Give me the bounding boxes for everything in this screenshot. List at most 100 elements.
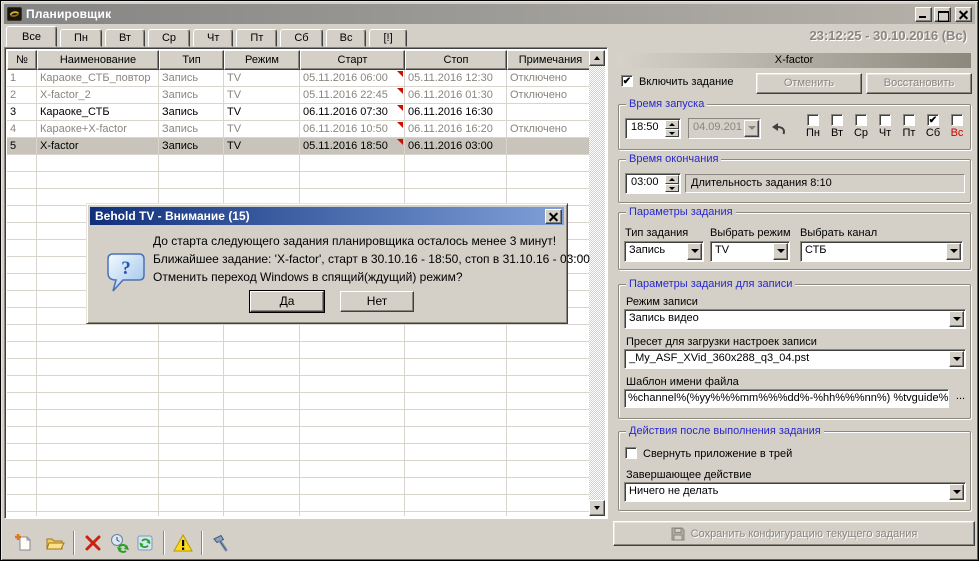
tab-tue[interactable]: Вт [105, 29, 145, 47]
start-date-combo[interactable]: 04.09.2010 [688, 118, 761, 139]
cancel-button[interactable]: Отменить [756, 73, 862, 94]
svg-text:?: ? [121, 258, 131, 279]
cell-mode: TV [224, 138, 300, 155]
thu-checkbox[interactable] [879, 114, 891, 126]
header-name[interactable]: Наименование [37, 50, 159, 70]
maximize-button[interactable] [934, 7, 951, 22]
dropdown-arrow-icon[interactable] [949, 351, 964, 367]
header-stop[interactable]: Стоп [405, 50, 507, 70]
tab-wed[interactable]: Ср [148, 29, 190, 47]
spin-down-icon[interactable] [665, 129, 679, 138]
dropdown-arrow-icon[interactable] [773, 243, 788, 260]
tab-fri[interactable]: Пт [236, 29, 277, 47]
cell-note [507, 138, 592, 155]
table-row[interactable]: 4 Караоке+X-factor Запись TV 06.11.2016 … [7, 121, 605, 138]
weekday-tue[interactable]: Вт [825, 114, 849, 139]
tools-button[interactable] [208, 530, 234, 556]
dropdown-arrow-icon[interactable] [949, 311, 964, 327]
after-task-group: Действия после выполнения задания Сверну… [618, 431, 971, 511]
scroll-up-button[interactable] [589, 50, 605, 66]
dropdown-arrow-icon[interactable] [687, 243, 702, 260]
refresh-button[interactable] [132, 530, 158, 556]
tab-sat[interactable]: Сб [280, 29, 322, 47]
header-mode[interactable]: Режим [224, 50, 300, 70]
cell-name: Караоке_СТБ_повтор [37, 70, 159, 87]
weekday-sun[interactable]: Вс [945, 114, 969, 139]
app-icon [7, 7, 22, 21]
table-row[interactable]: 1 Караоке_СТБ_повтор Запись TV 05.11.201… [7, 70, 605, 87]
cell-stop: 05.11.2016 12:30 [405, 70, 507, 87]
open-button[interactable] [42, 530, 68, 556]
weekday-thu[interactable]: Чт [873, 114, 897, 139]
cell-name: X-factor [37, 138, 159, 155]
spin-up-icon[interactable] [665, 120, 679, 129]
minimize-button[interactable] [915, 7, 932, 22]
tab-alert[interactable]: [!] [369, 29, 406, 47]
start-time-spinner[interactable]: 18:50 [625, 118, 681, 139]
fri-checkbox[interactable] [903, 114, 915, 126]
start-time-group: Время запуска 18:50 04.09.2010 Пн Вт [618, 104, 971, 150]
new-task-button[interactable] [11, 530, 37, 556]
close-button[interactable] [955, 7, 972, 22]
cell-num: 1 [7, 70, 37, 87]
table-row[interactable]: 2 X-factor_2 Запись TV 05.11.2016 22:45 … [7, 87, 605, 104]
save-icon [671, 527, 685, 541]
tray-checkbox[interactable] [625, 447, 637, 459]
filename-template-input[interactable]: %channel%(%yy%%%mm%%%dd%-%hh%%%nn%) %tvg… [624, 389, 949, 408]
task-type-combo[interactable]: Запись [624, 241, 704, 262]
yes-button[interactable]: Да [250, 291, 324, 312]
dialog-line-2: Ближайшее задание: 'X-factor', старт в 3… [153, 252, 590, 266]
warning-button[interactable] [170, 530, 196, 556]
final-action-combo[interactable]: Ничего не делать [624, 482, 966, 502]
enable-task-checkbox[interactable]: ✔ [621, 75, 633, 87]
wed-checkbox[interactable] [855, 114, 867, 126]
cell-note: Отключено [507, 121, 592, 138]
channel-combo[interactable]: СТБ [800, 241, 963, 262]
tab-thu[interactable]: Чт [193, 29, 233, 47]
mode-combo[interactable]: TV [710, 241, 790, 262]
save-config-button[interactable]: Сохранить конфигурацию текущего задания [613, 521, 975, 546]
preset-combo[interactable]: _My_ASF_XVid_360x288_q3_04.pst [624, 349, 966, 369]
header-type[interactable]: Тип [159, 50, 224, 70]
scroll-down-button[interactable] [589, 500, 605, 516]
weekday-wed[interactable]: Ср [849, 114, 873, 139]
table-row[interactable]: 3 Караоке_СТБ Запись TV 06.11.2016 07:30… [7, 104, 605, 121]
undo-arrow-icon[interactable] [771, 122, 787, 135]
dialog-line-1: До старта следующего задания планировщик… [153, 234, 556, 248]
mon-checkbox[interactable] [807, 114, 819, 126]
record-mode-combo[interactable]: Запись видео [624, 309, 966, 329]
table-scrollbar[interactable] [589, 50, 605, 516]
header-notes[interactable]: Примечания [507, 50, 593, 70]
spin-up-icon[interactable] [665, 175, 679, 184]
refresh-schedule-button[interactable] [106, 530, 132, 556]
weekday-sat[interactable]: ✔ Сб [921, 114, 945, 139]
restore-button[interactable]: Восстановить [866, 73, 972, 94]
sat-checkbox[interactable]: ✔ [927, 114, 939, 126]
sun-checkbox[interactable] [951, 114, 963, 126]
dropdown-arrow-icon[interactable] [949, 484, 964, 500]
weekday-fri[interactable]: Пт [897, 114, 921, 139]
no-button[interactable]: Нет [340, 291, 414, 312]
dropdown-arrow-icon[interactable] [946, 243, 961, 260]
tab-mon[interactable]: Пн [60, 29, 102, 47]
new-task-icon [14, 533, 34, 553]
delete-task-button[interactable] [80, 530, 106, 556]
browse-button[interactable]: ... [953, 389, 968, 408]
dialog-close-button[interactable] [545, 209, 562, 224]
tab-sun[interactable]: Вс [326, 29, 367, 47]
toolbar-separator [163, 531, 165, 555]
tab-all[interactable]: Все [6, 26, 57, 47]
cell-type: Запись [159, 87, 224, 104]
dialog-body: ? До старта следующего задания планировщ… [90, 225, 564, 320]
weekday-mon[interactable]: Пн [801, 114, 825, 139]
end-time-spinner[interactable]: 03:00 [625, 173, 681, 194]
cell-name: Караоке_СТБ [37, 104, 159, 121]
spin-down-icon[interactable] [665, 184, 679, 193]
header-start[interactable]: Старт [300, 50, 405, 70]
header-num[interactable]: № [7, 50, 37, 70]
tue-checkbox[interactable] [831, 114, 843, 126]
table-row-selected[interactable]: 5 X-factor Запись TV 05.11.2016 18:50 06… [7, 138, 605, 155]
end-time-group-label: Время окончания [626, 153, 721, 165]
clock-display: 23:12:25 - 30.10.2016 (Вс) [809, 28, 967, 43]
toolbar-separator [73, 531, 75, 555]
